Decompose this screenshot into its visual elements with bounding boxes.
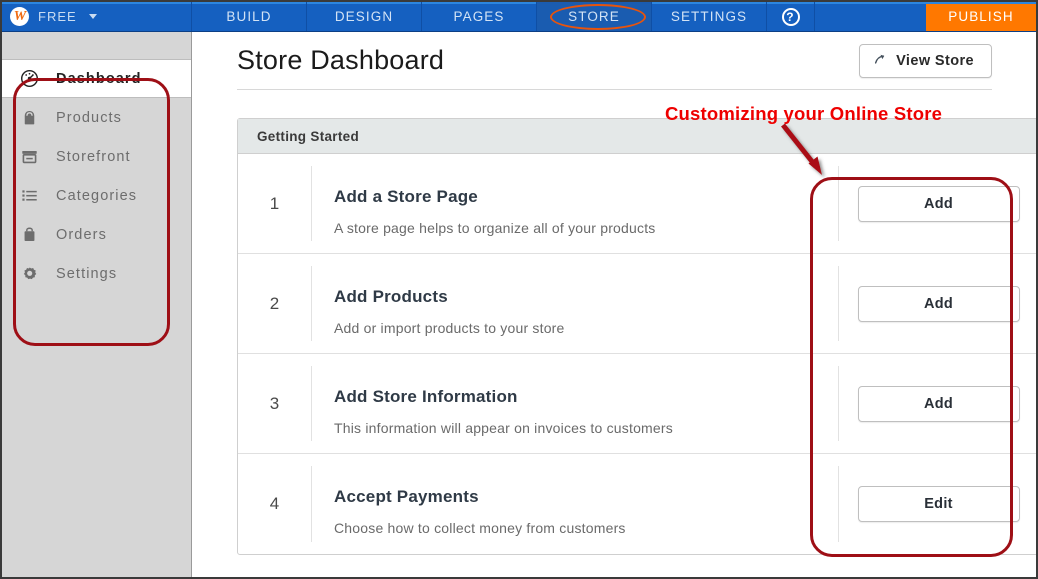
page-header: Store Dashboard View Store <box>237 32 992 90</box>
sidebar-item-categories[interactable]: Categories <box>2 176 191 215</box>
sidebar-item-orders[interactable]: Orders <box>2 215 191 254</box>
tab-settings[interactable]: SETTINGS <box>652 2 767 31</box>
publish-button[interactable]: PUBLISH <box>926 2 1036 31</box>
sidebar-item-products[interactable]: Products <box>2 98 191 137</box>
tab-pages[interactable]: PAGES <box>422 2 537 31</box>
task-number: 1 <box>238 154 311 253</box>
bag-icon <box>19 225 39 245</box>
add-store-information-button[interactable]: Add <box>858 386 1020 422</box>
getting-started-card: Getting Started 1 Add a Store Page A sto… <box>237 118 1038 555</box>
add-products-button[interactable]: Add <box>858 286 1020 322</box>
task-action-cell: Edit <box>838 466 1038 542</box>
accept-payments-edit-button[interactable]: Edit <box>858 486 1020 522</box>
sidebar-item-label: Products <box>56 110 122 126</box>
tab-label: PAGES <box>453 9 504 24</box>
page-title: Store Dashboard <box>237 45 444 76</box>
publish-label: PUBLISH <box>948 9 1013 24</box>
sidebar-item-label: Storefront <box>56 149 131 165</box>
task-body: Add a Store Page A store page helps to o… <box>311 166 838 241</box>
plan-label: FREE <box>38 9 77 24</box>
tab-label: DESIGN <box>335 9 393 24</box>
nav-spacer <box>815 2 926 31</box>
add-store-page-button[interactable]: Add <box>858 186 1020 222</box>
task-description: Add or import products to your store <box>334 320 838 336</box>
table-row: 4 Accept Payments Choose how to collect … <box>238 454 1038 554</box>
sidebar-item-dashboard[interactable]: Dashboard <box>2 59 191 98</box>
table-row: 2 Add Products Add or import products to… <box>238 254 1038 354</box>
annotation-callout-text: Customizing your Online Store <box>665 103 942 125</box>
tab-label: SETTINGS <box>671 9 747 24</box>
task-body: Accept Payments Choose how to collect mo… <box>311 466 838 542</box>
task-description: This information will appear on invoices… <box>334 420 838 436</box>
tab-design[interactable]: DESIGN <box>307 2 422 31</box>
tab-build[interactable]: BUILD <box>192 2 307 31</box>
sidebar-item-label: Settings <box>56 266 117 282</box>
sidebar: Dashboard Products Storefront <box>2 32 192 579</box>
task-description: Choose how to collect money from custome… <box>334 520 838 536</box>
task-title: Add Store Information <box>334 387 838 407</box>
table-row: 3 Add Store Information This information… <box>238 354 1038 454</box>
list-icon <box>19 186 39 206</box>
task-title: Add a Store Page <box>334 187 838 207</box>
chevron-down-icon[interactable] <box>89 14 97 19</box>
help-button[interactable]: ? <box>767 2 815 31</box>
brand-area[interactable]: W FREE <box>2 2 192 31</box>
task-title: Add Products <box>334 287 838 307</box>
sidebar-item-label: Orders <box>56 227 107 243</box>
gear-icon <box>19 264 39 284</box>
task-action-cell: Add <box>838 266 1038 341</box>
view-store-button[interactable]: View Store <box>859 44 992 78</box>
task-body: Add Store Information This information w… <box>311 366 838 441</box>
sidebar-item-storefront[interactable]: Storefront <box>2 137 191 176</box>
sidebar-item-settings[interactable]: Settings <box>2 254 191 293</box>
task-number: 3 <box>238 354 311 453</box>
top-navigation-bar: W FREE BUILD DESIGN PAGES STORE SETTINGS… <box>2 2 1036 32</box>
task-number: 2 <box>238 254 311 353</box>
storefront-icon <box>19 147 39 167</box>
external-link-arrow-icon <box>873 52 887 70</box>
task-description: A store page helps to organize all of yo… <box>334 220 838 236</box>
view-store-label: View Store <box>896 53 974 69</box>
dashboard-gauge-icon <box>19 69 39 89</box>
tab-label: STORE <box>568 9 620 24</box>
task-body: Add Products Add or import products to y… <box>311 266 838 341</box>
weebly-logo-icon: W <box>10 7 29 26</box>
tab-label: BUILD <box>226 9 271 24</box>
app-window: W FREE BUILD DESIGN PAGES STORE SETTINGS… <box>0 0 1038 579</box>
task-title: Accept Payments <box>334 487 838 507</box>
help-circle-icon: ? <box>782 8 800 26</box>
sidebar-item-label: Categories <box>56 188 137 204</box>
sidebar-item-label: Dashboard <box>56 71 142 87</box>
task-action-cell: Add <box>838 366 1038 441</box>
task-number: 4 <box>238 454 311 554</box>
table-row: 1 Add a Store Page A store page helps to… <box>238 154 1038 254</box>
tab-store[interactable]: STORE <box>537 2 652 31</box>
task-action-cell: Add <box>838 166 1038 241</box>
tag-icon <box>19 108 39 128</box>
